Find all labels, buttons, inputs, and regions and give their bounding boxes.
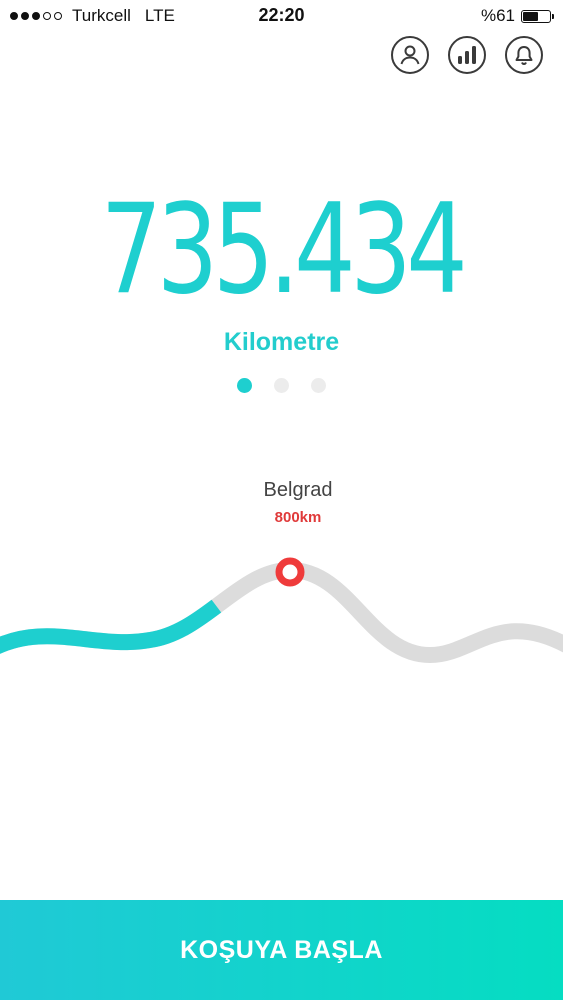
battery-level <box>523 11 538 21</box>
start-run-button-label: KOŞUYA BAŞLA <box>180 935 383 964</box>
page-dot[interactable] <box>274 378 289 393</box>
notification-bell-icon <box>515 46 533 65</box>
page-dot[interactable] <box>237 378 252 393</box>
route-progress-graph <box>0 557 563 664</box>
page-indicator[interactable] <box>0 378 563 393</box>
total-distance-value: 735.434 <box>100 178 468 322</box>
status-bar: Turkcell LTE 22:20 %61 <box>0 0 563 32</box>
distance-unit-label: Kilometre <box>223 328 340 356</box>
profile-button[interactable] <box>391 36 429 74</box>
start-run-button[interactable]: KOŞUYA BAŞLA <box>0 900 563 1000</box>
notifications-button[interactable] <box>505 36 543 74</box>
milestone-distance: 800km <box>274 509 322 526</box>
battery-icon <box>521 9 554 23</box>
battery-percentage: %61 <box>480 6 515 25</box>
profile-icon <box>400 45 420 65</box>
clock: 22:20 <box>258 5 305 25</box>
page-dot[interactable] <box>311 378 326 393</box>
stats-button[interactable] <box>448 36 486 74</box>
stats-icon <box>458 46 476 64</box>
header-actions <box>391 36 543 74</box>
milestone-marker[interactable] <box>275 557 305 587</box>
milestone-city: Belgrad <box>263 479 333 501</box>
